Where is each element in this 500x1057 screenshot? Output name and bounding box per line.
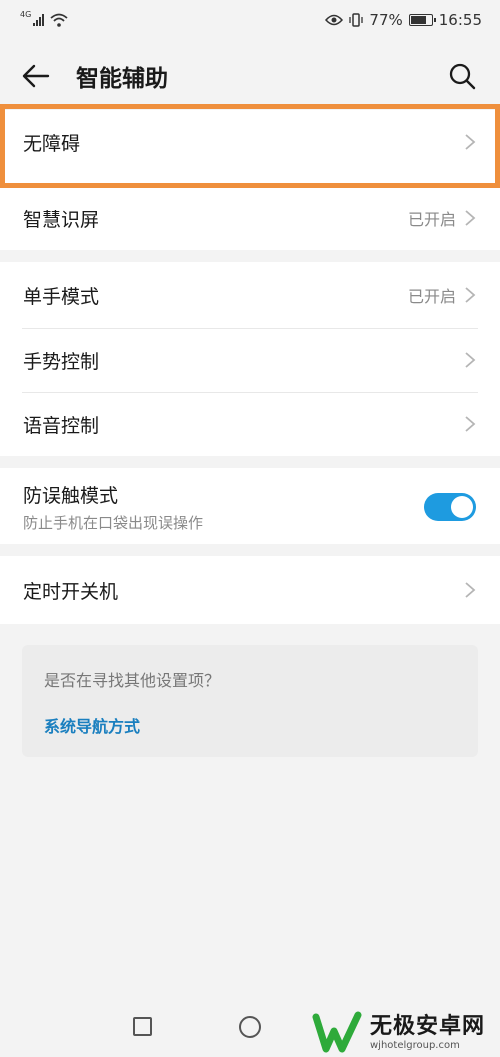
wifi-icon xyxy=(50,13,68,27)
header: 智能辅助 xyxy=(0,40,500,112)
watermark: 无极安卓网 wjhotelgroup.com xyxy=(312,1008,500,1057)
suggestion-card: 是否在寻找其他设置项？ 系统导航方式 xyxy=(22,645,478,757)
row-gesture-control[interactable]: 手势控制 xyxy=(0,328,500,392)
row-status: 已开启 xyxy=(407,210,456,229)
vibrate-icon xyxy=(349,13,364,27)
row-label: 语音控制 xyxy=(23,414,100,437)
mistouch-toggle[interactable] xyxy=(424,493,476,521)
arrow-left-icon xyxy=(22,64,50,88)
chevron-right-icon xyxy=(465,352,476,368)
page-title: 智能辅助 xyxy=(76,66,168,92)
network-type: 4G xyxy=(20,9,32,19)
row-label: 定时开关机 xyxy=(23,580,119,603)
chevron-right-icon xyxy=(465,134,476,150)
search-icon xyxy=(449,63,476,90)
row-sublabel: 防止手机在口袋出现误操作 xyxy=(23,514,204,532)
row-label: 单手模式 xyxy=(23,285,100,308)
row-label: 无障碍 xyxy=(23,132,81,155)
row-status: 已开启 xyxy=(407,287,456,306)
chevron-right-icon xyxy=(465,210,476,226)
watermark-logo-icon xyxy=(312,1011,362,1052)
battery-percent: 77% xyxy=(369,11,403,29)
row-mistouch-mode: 防误触模式 防止手机在口袋出现误操作 xyxy=(0,474,500,540)
watermark-url: wjhotelgroup.com xyxy=(370,1039,460,1051)
recent-apps-button[interactable] xyxy=(133,1017,152,1036)
row-label: 手势控制 xyxy=(23,350,100,373)
row-scheduled-power[interactable]: 定时开关机 xyxy=(0,558,500,622)
row-label: 智慧识屏 xyxy=(23,208,100,231)
eye-comfort-icon xyxy=(325,14,344,26)
signal-icon xyxy=(33,14,45,26)
chevron-right-icon xyxy=(465,416,476,432)
battery-icon xyxy=(408,14,436,26)
chevron-right-icon xyxy=(465,287,476,303)
suggestion-link[interactable]: 系统导航方式 xyxy=(44,713,456,737)
row-one-hand-mode[interactable]: 单手模式 已开启 xyxy=(0,263,500,327)
status-bar: 4G 77% 16:55 xyxy=(0,0,500,40)
back-button[interactable] xyxy=(22,60,54,92)
row-voice-control[interactable]: 语音控制 xyxy=(0,392,500,456)
search-button[interactable] xyxy=(446,60,478,92)
clock: 16:55 xyxy=(438,11,482,29)
home-button[interactable] xyxy=(239,1016,261,1038)
row-label: 防误触模式 xyxy=(23,485,119,507)
row-screen-recognition[interactable]: 智慧识屏 已开启 xyxy=(0,186,500,250)
toggle-knob xyxy=(451,496,473,518)
row-accessibility[interactable]: 无障碍 xyxy=(0,110,500,174)
watermark-name: 无极安卓网 xyxy=(370,1013,486,1039)
chevron-right-icon xyxy=(465,582,476,598)
suggestion-question: 是否在寻找其他设置项？ xyxy=(44,671,221,690)
